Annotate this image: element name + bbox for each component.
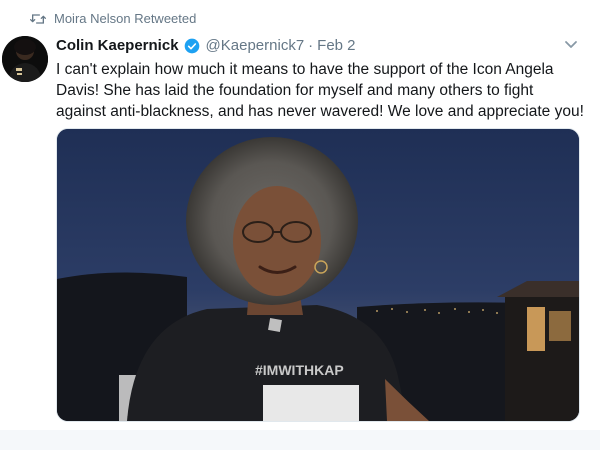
chevron-down-icon[interactable] [564, 40, 578, 50]
tweet-text: I can't explain how much it means to hav… [56, 61, 584, 120]
shirt-text: #IMWITHKAP [255, 362, 344, 378]
tweet-header: Colin Kaepernick @Kaepernick7 · Feb 2 [56, 37, 356, 54]
header-separator: · [308, 37, 314, 54]
tweet-card[interactable]: Moira Nelson Retweeted Colin Kaepernick … [0, 0, 600, 430]
retweet-label[interactable]: Moira Nelson Retweeted [54, 11, 196, 26]
verified-badge-icon [184, 38, 199, 53]
tweet-date[interactable]: Feb 2 [317, 37, 355, 54]
author-display-name[interactable]: Colin Kaepernick [56, 37, 179, 54]
photo-image: #IMWITHKAP [57, 129, 579, 421]
author-handle[interactable]: @Kaepernick7 [206, 37, 305, 54]
retweet-context: Moira Nelson Retweeted [30, 11, 196, 26]
avatar-image [2, 36, 48, 82]
tweet-photo[interactable]: #IMWITHKAP [56, 128, 580, 422]
retweet-icon [30, 13, 46, 24]
author-avatar[interactable] [2, 36, 48, 82]
